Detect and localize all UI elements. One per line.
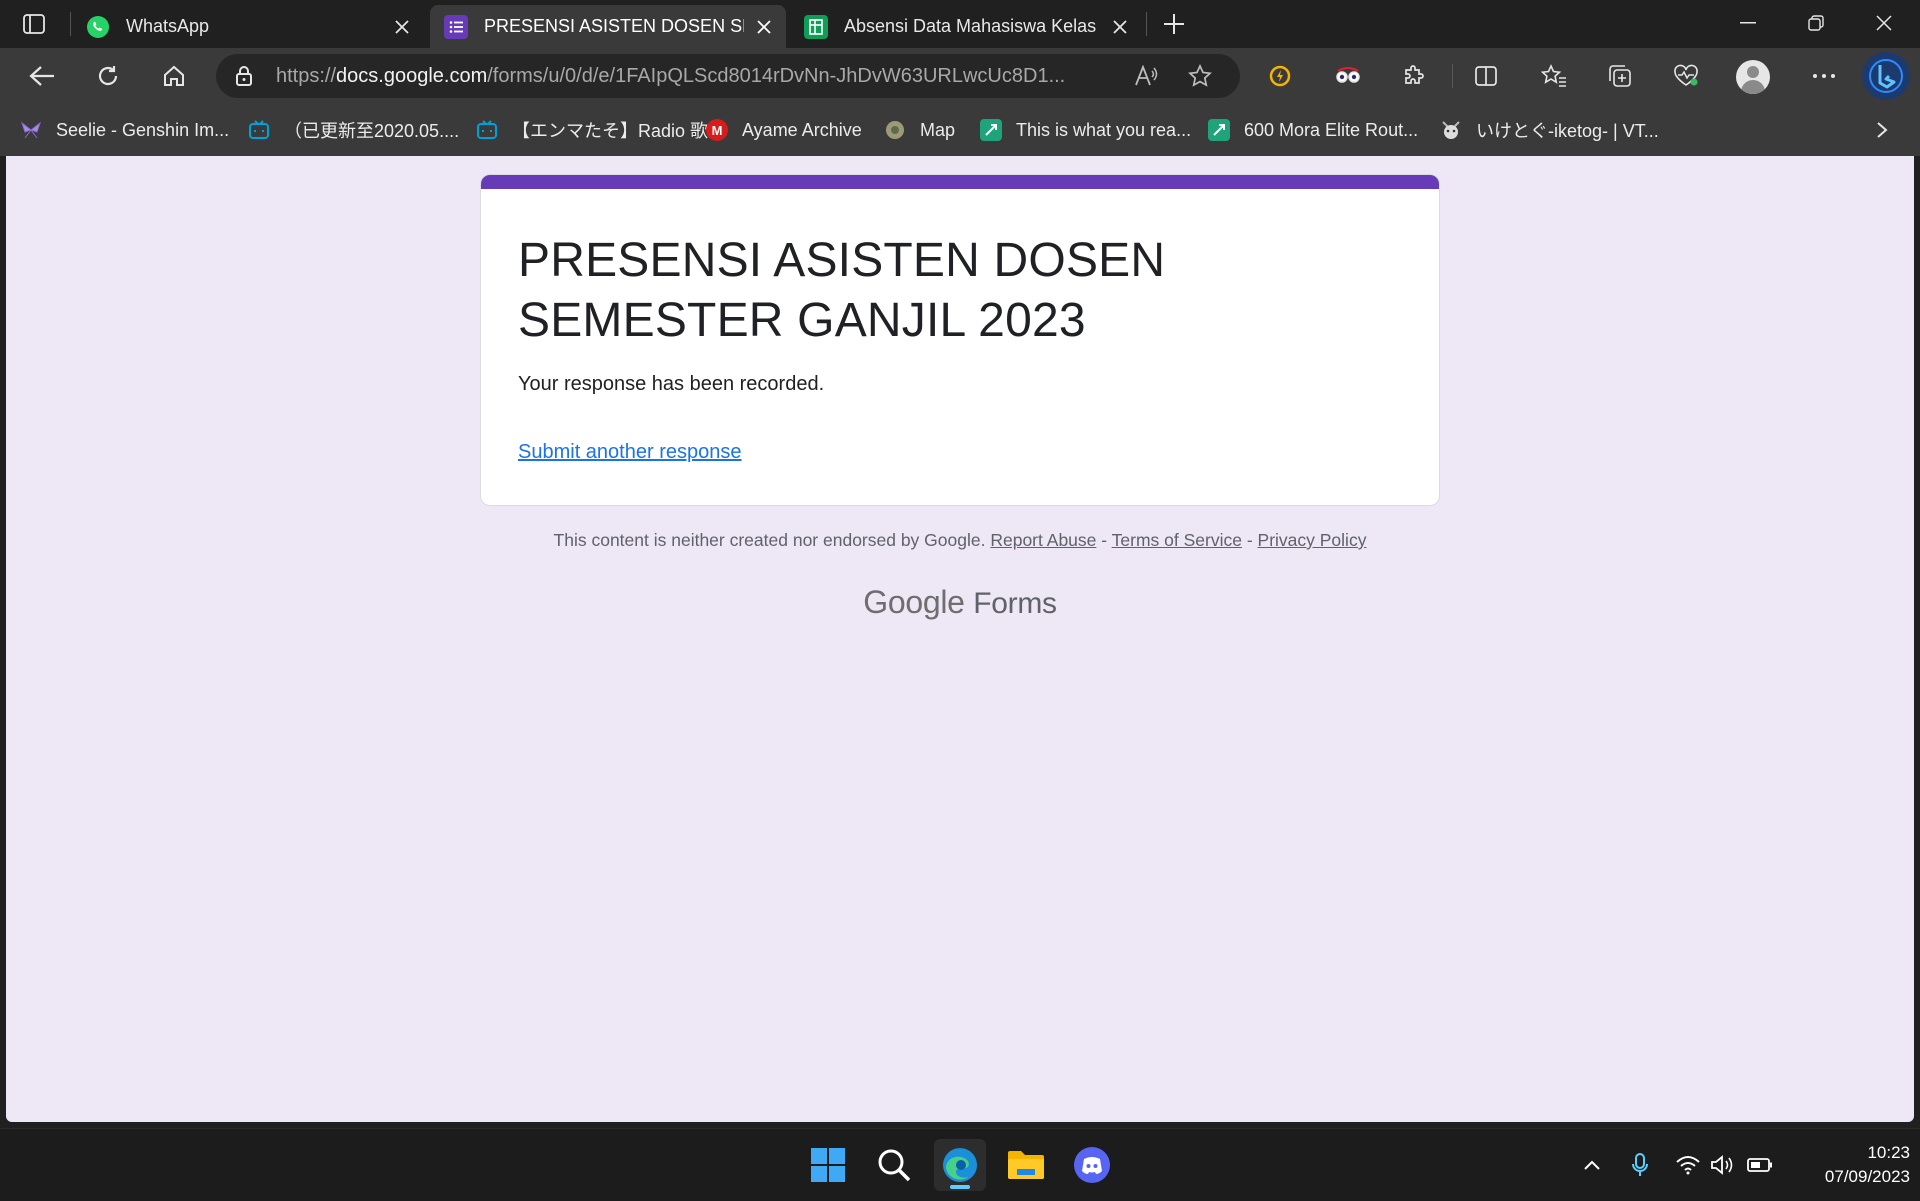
favorites-bar: Seelie - Genshin Im... （已更新至2020.05.... … — [0, 104, 1920, 156]
tab-absensi-sheet[interactable]: Absensi Data Mahasiswa Kelas B — [790, 5, 1142, 48]
tab-actions-icon[interactable] — [20, 12, 48, 36]
tab-title: Absensi Data Mahasiswa Kelas B — [844, 16, 1100, 36]
tab-title: WhatsApp — [126, 16, 210, 36]
confirmation-message: Your response has been recorded. — [518, 373, 825, 395]
favorite-bilibili-1[interactable]: （已更新至2020.05.... — [248, 116, 459, 144]
windows-taskbar: 10:23 07/09/2023 — [0, 1128, 1920, 1201]
clock-date: 07/09/2023 — [1824, 1167, 1910, 1186]
google-forms-logo[interactable]: Google Forms — [6, 584, 1914, 621]
system-clock[interactable]: 10:23 07/09/2023 — [1790, 1141, 1910, 1189]
privacy-policy-link[interactable]: Privacy Policy — [1258, 530, 1367, 550]
favorite-seelie[interactable]: Seelie - Genshin Im... — [20, 116, 229, 144]
tab-separator — [1146, 12, 1147, 36]
address-bar[interactable]: https://docs.google.com/forms/u/0/d/e/1F… — [216, 54, 1240, 98]
report-abuse-link[interactable]: Report Abuse — [990, 530, 1096, 550]
google-sheets-icon — [804, 14, 828, 39]
volume-icon[interactable] — [1708, 1151, 1736, 1179]
tab-presensi-form[interactable]: PRESENSI ASISTEN DOSEN SEMESTER GANJIL 2… — [430, 5, 786, 48]
close-icon[interactable] — [390, 15, 414, 39]
wifi-icon[interactable] — [1674, 1151, 1702, 1179]
seelie-icon — [20, 119, 42, 141]
favorite-label: This is what you rea... — [1016, 119, 1192, 140]
bilibili-icon — [476, 119, 498, 141]
close-icon[interactable] — [1108, 15, 1132, 39]
footer-disclaimer: This content is neither created nor endo… — [6, 530, 1914, 551]
url-text: https://docs.google.com/forms/u/0/d/e/1F… — [276, 64, 1066, 87]
read-aloud-icon[interactable] — [1134, 64, 1158, 88]
confirmation-card: PRESENSI ASISTEN DOSEN SEMESTER GANJIL 2… — [480, 174, 1440, 506]
collections-icon[interactable] — [1602, 58, 1638, 94]
active-app-indicator — [950, 1185, 970, 1189]
file-explorer-icon[interactable] — [1000, 1139, 1052, 1191]
favorite-mora-route[interactable]: 600 Mora Elite Rout... — [1208, 116, 1418, 144]
toolbar-divider — [1452, 64, 1453, 88]
home-icon[interactable] — [156, 58, 192, 94]
favorites-icon[interactable] — [1536, 58, 1572, 94]
restore-icon[interactable] — [1782, 0, 1850, 46]
chevron-right-icon[interactable] — [1870, 118, 1894, 142]
edge-taskbar-icon[interactable] — [934, 1139, 986, 1191]
extension-glasses-icon[interactable] — [1330, 58, 1366, 94]
new-tab-icon[interactable] — [1158, 10, 1190, 38]
whatsapp-icon — [86, 15, 110, 39]
favorite-label: 【エンマたそ】Radio 歌... — [512, 121, 724, 141]
favorite-iketog[interactable]: いけとぐ-iketog- | VT... — [1440, 116, 1659, 144]
terms-of-service-link[interactable]: Terms of Service — [1112, 530, 1242, 550]
bing-copilot-icon[interactable] — [1862, 52, 1910, 100]
extensions-puzzle-icon[interactable] — [1396, 58, 1432, 94]
favorite-label: Seelie - Genshin Im... — [56, 119, 230, 140]
bookmark-icon — [1208, 119, 1230, 141]
battery-icon[interactable] — [1746, 1151, 1774, 1179]
favorite-label: （已更新至2020.05.... — [284, 121, 460, 141]
form-title: PRESENSI ASISTEN DOSEN SEMESTER GANJIL 2… — [518, 234, 1166, 347]
disclaimer-text: This content is neither created nor endo… — [553, 530, 986, 550]
more-options-icon[interactable] — [1806, 58, 1842, 94]
start-icon[interactable] — [802, 1139, 854, 1191]
page-viewport: PRESENSI ASISTEN DOSEN SEMESTER GANJIL 2… — [6, 156, 1914, 1122]
search-icon[interactable] — [868, 1139, 920, 1191]
clock-time: 10:23 — [1867, 1143, 1910, 1162]
tab-whatsapp[interactable]: WhatsApp — [72, 5, 424, 48]
minimize-icon[interactable] — [1714, 0, 1782, 46]
submit-another-response-link[interactable]: Submit another response — [518, 441, 741, 464]
favorite-label: いけとぐ-iketog- | VT... — [1476, 121, 1659, 141]
tab-separator — [70, 12, 71, 36]
tab-title: PRESENSI ASISTEN DOSEN SEMESTER GANJIL 2… — [484, 16, 744, 36]
favorite-label: 600 Mora Elite Rout... — [1244, 119, 1419, 140]
favorite-label: Map — [920, 119, 956, 140]
favorite-ayame-archive[interactable]: M Ayame Archive — [706, 116, 862, 144]
lock-icon[interactable] — [234, 65, 254, 87]
discord-icon[interactable] — [1066, 1139, 1118, 1191]
split-screen-icon[interactable] — [1468, 58, 1504, 94]
footer-separator: - — [1246, 530, 1253, 550]
back-icon[interactable] — [24, 58, 60, 94]
microphone-icon[interactable] — [1626, 1151, 1654, 1179]
profile-avatar[interactable] — [1736, 60, 1770, 94]
google-forms-icon — [444, 14, 468, 39]
favorite-bilibili-2[interactable]: 【エンマたそ】Radio 歌... — [476, 116, 723, 144]
bilibili-icon — [248, 119, 270, 141]
extension-coin-icon[interactable] — [1262, 58, 1298, 94]
refresh-icon[interactable] — [90, 58, 126, 94]
close-icon[interactable] — [752, 15, 776, 39]
tab-strip: WhatsApp PRESENSI ASISTEN DOSEN SEMESTER… — [0, 0, 1920, 48]
show-hidden-icons-chevron-icon[interactable] — [1578, 1151, 1606, 1179]
form-accent-bar — [481, 175, 1439, 189]
favorite-star-icon[interactable] — [1188, 64, 1212, 88]
forms-wordmark: Forms — [973, 587, 1057, 620]
iketog-icon — [1440, 119, 1462, 141]
bookmark-icon — [980, 119, 1002, 141]
favorite-label: Ayame Archive — [742, 119, 862, 140]
ayame-icon: M — [706, 119, 728, 141]
favorite-what-you-read[interactable]: This is what you rea... — [980, 116, 1191, 144]
footer-separator: - — [1101, 530, 1108, 550]
favorite-map[interactable]: Map — [884, 116, 955, 144]
map-icon — [884, 119, 906, 141]
google-wordmark: Google — [863, 584, 965, 620]
window-close-icon[interactable] — [1850, 0, 1918, 46]
browser-toolbar: https://docs.google.com/forms/u/0/d/e/1F… — [0, 48, 1920, 104]
browser-essentials-icon[interactable] — [1668, 58, 1704, 94]
